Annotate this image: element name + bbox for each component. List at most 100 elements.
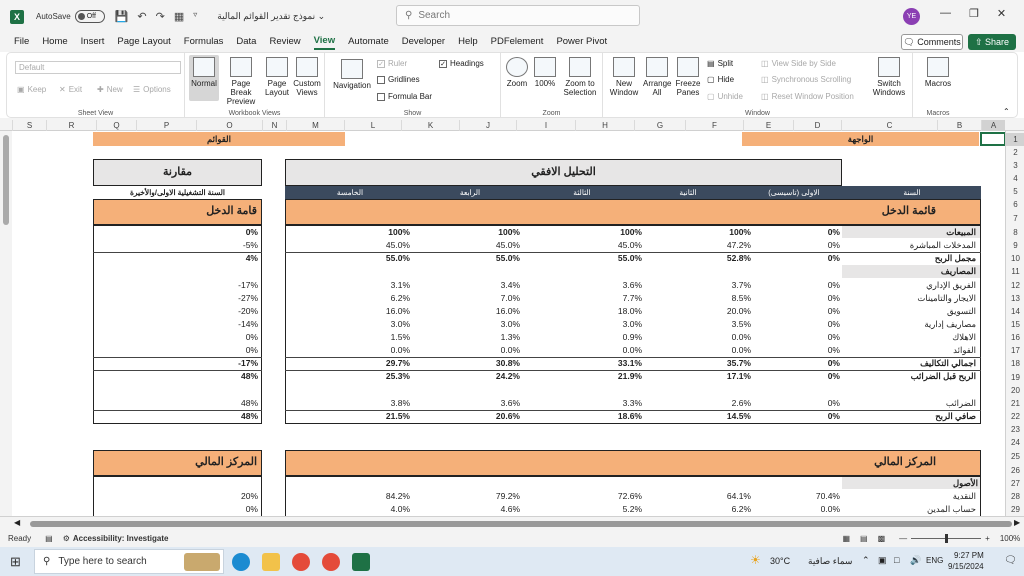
income-value-cell[interactable] bbox=[532, 384, 642, 397]
income-value-cell[interactable]: 35.7% bbox=[646, 357, 751, 370]
tab-help[interactable]: Help bbox=[458, 36, 478, 49]
row-header[interactable]: 3 bbox=[1006, 159, 1024, 172]
clock-date[interactable]: 9/15/2024 bbox=[948, 562, 984, 571]
income-value-cell[interactable]: 0.0% bbox=[532, 344, 642, 357]
income-row-label[interactable] bbox=[844, 384, 978, 397]
income-value-cell[interactable] bbox=[755, 265, 840, 278]
normal-view-button[interactable]: Normal bbox=[189, 55, 219, 101]
income-value-cell[interactable]: 7.0% bbox=[414, 292, 520, 305]
search-highlight-icon[interactable] bbox=[184, 552, 220, 571]
front-header[interactable]: الواجهة bbox=[742, 132, 979, 146]
customize-chevron-icon[interactable]: ▿ bbox=[193, 10, 197, 23]
balance-row-label[interactable]: حساب المدين bbox=[844, 503, 978, 516]
comparison-value-cell[interactable]: -20% bbox=[96, 305, 258, 318]
headings-checkbox[interactable]: ✓ Headings bbox=[439, 59, 484, 68]
income-row-label[interactable]: المصاريف bbox=[844, 265, 978, 278]
income-value-cell[interactable]: 7.7% bbox=[532, 292, 642, 305]
income-value-cell[interactable]: 0% bbox=[755, 279, 840, 292]
formula-bar-checkbox[interactable]: Formula Bar bbox=[377, 92, 432, 101]
column-header[interactable]: J bbox=[459, 120, 516, 131]
row-header[interactable]: 29 bbox=[1006, 503, 1024, 516]
income-value-cell[interactable]: 0% bbox=[755, 318, 840, 331]
options-button[interactable]: ☰ Options bbox=[133, 85, 171, 94]
zoom-slider[interactable] bbox=[911, 534, 982, 543]
income-row-label[interactable]: الفريق الإداري bbox=[844, 279, 978, 292]
income-value-cell[interactable]: 16.0% bbox=[414, 305, 520, 318]
income-value-cell[interactable]: 21.5% bbox=[300, 410, 410, 423]
income-value-cell[interactable]: 2.6% bbox=[646, 397, 751, 410]
assets-label[interactable]: الأصول bbox=[842, 477, 980, 489]
income-value-cell[interactable]: 0% bbox=[755, 292, 840, 305]
income-value-cell[interactable]: 17.1% bbox=[646, 370, 751, 383]
column-header-selected[interactable]: A bbox=[981, 120, 1005, 131]
ruler-checkbox[interactable]: ✓ Ruler bbox=[377, 59, 407, 68]
file-explorer-icon[interactable] bbox=[262, 552, 280, 571]
tab-data[interactable]: Data bbox=[236, 36, 256, 49]
tab-insert[interactable]: Insert bbox=[81, 36, 105, 49]
income-value-cell[interactable] bbox=[532, 265, 642, 278]
income-value-cell[interactable]: 0% bbox=[755, 397, 840, 410]
row-header[interactable]: 26 bbox=[1006, 464, 1024, 477]
row-header[interactable]: 22 bbox=[1006, 410, 1024, 423]
income-value-cell[interactable]: 3.1% bbox=[300, 279, 410, 292]
income-value-cell[interactable]: 14.5% bbox=[646, 410, 751, 423]
excel-taskbar-icon[interactable] bbox=[352, 552, 370, 571]
balance-value-cell[interactable]: 70.4% bbox=[755, 490, 840, 503]
income-value-cell[interactable]: 100% bbox=[532, 226, 642, 239]
zoom-slider-thumb[interactable] bbox=[945, 534, 949, 543]
income-value-cell[interactable]: 0% bbox=[755, 357, 840, 370]
income-value-cell[interactable]: 21.9% bbox=[532, 370, 642, 383]
income-row-label[interactable]: المبيعات bbox=[844, 226, 978, 239]
column-header[interactable]: Q bbox=[96, 120, 136, 131]
income-value-cell[interactable]: 0% bbox=[755, 344, 840, 357]
income-value-cell[interactable]: 6.2% bbox=[300, 292, 410, 305]
vertical-scroll-thumb[interactable] bbox=[3, 135, 9, 225]
income-value-cell[interactable]: 0% bbox=[755, 226, 840, 239]
zoom-button[interactable]: Zoom bbox=[505, 57, 529, 88]
document-title[interactable]: نموذج تقدير القوائم المالية ⌄ bbox=[217, 11, 325, 22]
vertical-scrollbar[interactable] bbox=[0, 131, 12, 516]
income-value-cell[interactable]: 0.0% bbox=[646, 331, 751, 344]
windows-start-icon[interactable]: ⊞ bbox=[10, 554, 21, 570]
column-header[interactable]: O bbox=[196, 120, 262, 131]
sheet-view-dropdown[interactable]: Default bbox=[15, 61, 181, 74]
collapse-ribbon-icon[interactable]: ⌃ bbox=[1003, 107, 1010, 116]
income-value-cell[interactable]: 3.6% bbox=[414, 397, 520, 410]
freeze-panes-button[interactable]: Freeze Panes bbox=[673, 57, 703, 97]
income-value-cell[interactable]: 20.6% bbox=[414, 410, 520, 423]
row-header[interactable]: 11 bbox=[1006, 265, 1024, 278]
tab-view[interactable]: View bbox=[313, 35, 336, 50]
row-header[interactable]: 21 bbox=[1006, 397, 1024, 410]
tray-app-icon[interactable]: ▣ bbox=[878, 555, 887, 566]
income-value-cell[interactable]: 0% bbox=[755, 305, 840, 318]
income-row-label[interactable]: مصاريف إدارية bbox=[844, 318, 978, 331]
tab-power-pivot[interactable]: Power Pivot bbox=[556, 36, 607, 49]
lists-header[interactable]: القوائم bbox=[93, 132, 345, 146]
comparison-value-cell[interactable]: 20% bbox=[96, 490, 258, 503]
row-header[interactable]: 24 bbox=[1006, 436, 1024, 449]
comparison-value-cell[interactable]: -14% bbox=[96, 318, 258, 331]
income-value-cell[interactable]: 3.0% bbox=[300, 318, 410, 331]
new-window-button[interactable]: New Window bbox=[607, 57, 641, 97]
income-value-cell[interactable]: 3.0% bbox=[414, 318, 520, 331]
balance-value-cell[interactable]: 64.1% bbox=[646, 490, 751, 503]
comparison-value-cell[interactable]: 48% bbox=[96, 410, 258, 423]
page-layout-status-icon[interactable]: ▤ bbox=[860, 534, 868, 543]
income-row-label[interactable]: صافي الربح bbox=[844, 410, 978, 423]
row-header[interactable]: 20 bbox=[1006, 384, 1024, 397]
balance-value-cell[interactable]: 4.0% bbox=[300, 503, 410, 516]
weather-icon[interactable]: ☀ bbox=[750, 553, 761, 567]
comparison-value-cell[interactable]: -5% bbox=[96, 239, 258, 252]
income-value-cell[interactable]: 16.0% bbox=[300, 305, 410, 318]
column-header[interactable]: R bbox=[46, 120, 96, 131]
income-value-cell[interactable] bbox=[646, 265, 751, 278]
view-side-by-side-button[interactable]: ◫ View Side by Side bbox=[761, 59, 836, 68]
income-value-cell[interactable] bbox=[300, 265, 410, 278]
row-header[interactable]: 8 bbox=[1006, 226, 1024, 239]
tab-file[interactable]: File bbox=[14, 36, 29, 49]
row-header[interactable]: 15 bbox=[1006, 318, 1024, 331]
income-row-label[interactable]: المدخلات المباشرة bbox=[844, 239, 978, 252]
volume-icon[interactable]: 🔊 bbox=[910, 555, 921, 566]
income-value-cell[interactable]: 0% bbox=[755, 410, 840, 423]
new-button[interactable]: ✚ New bbox=[97, 85, 123, 94]
